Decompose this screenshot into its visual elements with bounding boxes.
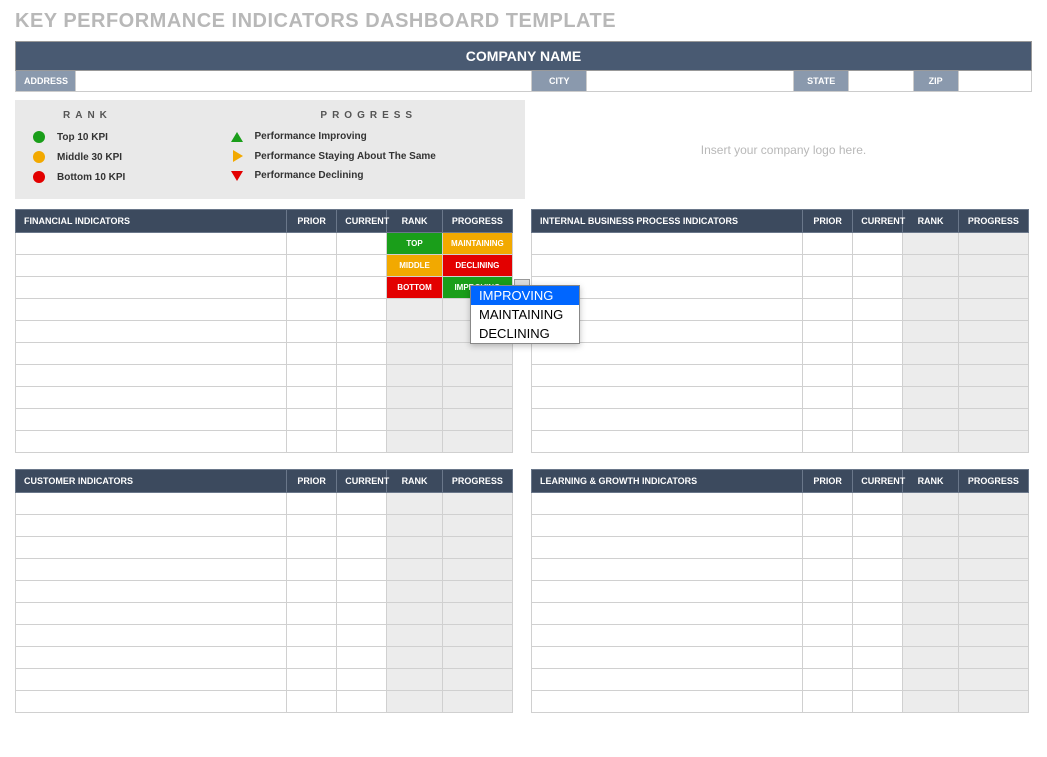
financial-quad: FINANCIAL INDICATORS PRIOR CURRENT RANK … [15,209,513,453]
table-row [532,387,1029,409]
learning-quad: LEARNING & GROWTH INDICATORS PRIOR CURRE… [531,469,1029,713]
table-row [532,277,1029,299]
col-current: CURRENT [337,210,387,233]
progress-declining-label: Performance Declining [255,170,364,181]
progress-legend-head: PROGRESS [231,110,508,121]
address-label: ADDRESS [16,71,76,91]
state-input[interactable] [849,71,913,91]
legend-box: RANK Top 10 KPI Middle 30 KPI Bottom 10 … [15,100,525,199]
financial-header: FINANCIAL INDICATORS [16,210,287,233]
dot-amber-icon [33,151,45,163]
table-row [16,647,513,669]
table-row [16,365,513,387]
city-input[interactable] [587,71,794,91]
col-progress: PROGRESS [442,210,512,233]
triangle-right-icon [233,150,243,162]
internal-header: INTERNAL BUSINESS PROCESS INDICATORS [532,210,803,233]
table-row [532,669,1029,691]
table-row [532,493,1029,515]
table-row [532,365,1029,387]
state-label: STATE [794,71,849,91]
progress-improving-label: Performance Improving [255,131,367,142]
rank-cell[interactable]: TOP [387,233,442,255]
customer-header: CUSTOMER INDICATORS [16,470,287,493]
progress-same-label: Performance Staying About The Same [255,151,436,162]
table-row: MIDDLEDECLINING [16,255,513,277]
table-row [532,431,1029,453]
table-row [16,515,513,537]
dropdown-option[interactable]: MAINTAINING [471,305,579,324]
rank-legend-head: RANK [33,110,231,121]
table-row [16,603,513,625]
dot-green-icon [33,131,45,143]
rank-mid-label: Middle 30 KPI [57,152,122,163]
table-row [16,409,513,431]
table-row [532,537,1029,559]
table-row [532,409,1029,431]
city-label: CITY [532,71,587,91]
triangle-down-icon [231,171,243,181]
progress-dropdown[interactable]: IMPROVING MAINTAINING DECLINING [470,285,580,344]
table-row [16,537,513,559]
rank-cell[interactable]: MIDDLE [387,255,442,277]
page-title: KEY PERFORMANCE INDICATORS DASHBOARD TEM… [15,10,1032,33]
customer-quad: CUSTOMER INDICATORS PRIOR CURRENT RANK P… [15,469,513,713]
zip-label: ZIP [914,71,959,91]
progress-cell[interactable]: MAINTAINING [442,233,512,255]
address-row: ADDRESS CITY STATE ZIP [15,71,1032,92]
table-row [16,559,513,581]
table-row [16,387,513,409]
table-row [16,691,513,713]
learning-header: LEARNING & GROWTH INDICATORS [532,470,803,493]
col-rank: RANK [387,210,442,233]
table-row [16,321,513,343]
internal-quad: INTERNAL BUSINESS PROCESS INDICATORS PRI… [531,209,1029,453]
table-row [532,647,1029,669]
table-row [16,431,513,453]
progress-cell[interactable]: DECLINING [442,255,512,277]
rank-bot-label: Bottom 10 KPI [57,172,125,183]
table-row [532,581,1029,603]
table-row [16,299,513,321]
dropdown-option[interactable]: IMPROVING [471,286,579,305]
table-row: BOTTOMIMPROVING [16,277,513,299]
table-row: TOPMAINTAINING [16,233,513,255]
dropdown-option[interactable]: DECLINING [471,324,579,343]
table-row [532,299,1029,321]
table-row [16,493,513,515]
table-row [16,343,513,365]
table-row [532,603,1029,625]
triangle-up-icon [231,132,243,142]
logo-placeholder[interactable]: Insert your company logo here. [535,100,1032,199]
table-row [16,581,513,603]
zip-input[interactable] [959,71,1031,91]
table-row [532,343,1029,365]
table-row [532,625,1029,647]
table-row [16,625,513,647]
table-row [532,515,1029,537]
table-row [16,669,513,691]
rank-top-label: Top 10 KPI [57,132,108,143]
table-row [532,321,1029,343]
col-prior: PRIOR [287,210,337,233]
dot-red-icon [33,171,45,183]
table-row [532,559,1029,581]
table-row [532,255,1029,277]
table-row [532,233,1029,255]
table-row [532,691,1029,713]
address-input[interactable] [76,71,532,91]
company-name-bar: COMPANY NAME [15,41,1032,71]
rank-cell[interactable]: BOTTOM [387,277,442,299]
